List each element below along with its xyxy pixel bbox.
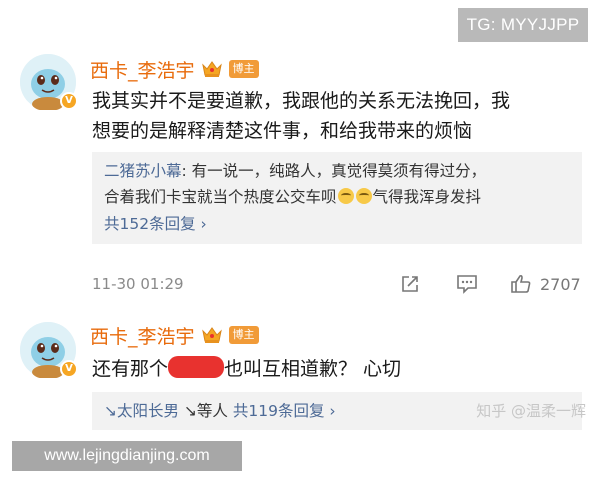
top-watermark: TG: MYYJJPP	[458, 8, 588, 42]
like-count: 2707	[540, 274, 581, 294]
share-button[interactable]	[400, 274, 420, 294]
reply-text: 合着我们卡宝就当个热度公交车呗	[104, 188, 337, 206]
host-badge: 博主	[228, 60, 259, 78]
smile-emoji-icon	[337, 188, 354, 204]
comment-item: V 西卡_李浩宇 博主 还有那个 也叫互相道歉？ 心切 ↘太阳长男 ↘等人 共11…	[0, 310, 600, 446]
crown-icon	[201, 59, 223, 79]
username[interactable]: 西卡_李浩宇	[90, 322, 195, 349]
share-icon	[402, 276, 418, 292]
comment-text: 我其实并不是要道歉，我跟他的关系无法挽回，我 想要的是解释清楚这件事，和给我带来…	[92, 86, 582, 146]
reply-count-link[interactable]: 共119条回复 ›	[233, 402, 336, 420]
reply-separator: :	[181, 162, 192, 180]
reply-text: 有一说一，纯路人，真觉得莫须有得过分，	[191, 162, 487, 180]
zhihu-watermark: 知乎 @温柔一辉	[476, 402, 586, 420]
smile-emoji-icon	[355, 188, 372, 204]
comment-meta: 11-30 01:29 2707	[92, 270, 582, 298]
crown-icon	[201, 325, 223, 345]
comment-icon	[457, 275, 477, 294]
reply-username[interactable]: ↘等人	[184, 402, 228, 420]
redaction-mark	[168, 356, 225, 378]
comment-line: 想要的是解释清楚这件事，和给我带来的烦恼	[92, 120, 473, 142]
comment-text: 还有那个 也叫互相道歉？ 心切	[92, 354, 582, 384]
verified-icon: V	[60, 92, 78, 110]
reply-count-link[interactable]: 共152条回复 ›	[104, 210, 570, 238]
avatar[interactable]: V	[20, 322, 78, 378]
comment-line: 我其实并不是要道歉，我跟他的关系无法挽回，我	[92, 90, 511, 112]
comment-text-part: 还有那个	[92, 358, 169, 380]
thumbs-up-icon	[511, 274, 531, 293]
reply-line: 二猪苏小幕: 有一说一，纯路人，真觉得莫须有得过分，	[104, 158, 570, 184]
reply-username[interactable]: ↘太阳长男	[104, 402, 179, 420]
host-badge: 博主	[228, 326, 259, 344]
timestamp: 11-30 01:29	[92, 275, 184, 293]
avatar[interactable]: V	[20, 54, 78, 110]
bottom-watermark: www.lejingdianjing.com	[12, 441, 242, 471]
reply-preview[interactable]: 二猪苏小幕: 有一说一，纯路人，真觉得莫须有得过分， 合着我们卡宝就当个热度公交…	[92, 152, 582, 244]
verified-icon: V	[60, 360, 78, 378]
username[interactable]: 西卡_李浩宇	[90, 56, 195, 83]
reply-line: 合着我们卡宝就当个热度公交车呗 气得我浑身发抖	[104, 184, 570, 210]
reply-username[interactable]: 二猪苏小幕	[104, 162, 182, 180]
comment-button[interactable]	[456, 274, 478, 294]
comment-item: V 西卡_李浩宇 博主 我其实并不是要道歉，我跟他的关系无法挽回，我 想要的是解…	[0, 44, 600, 304]
comment-text-part: 也叫互相道歉？ 心切	[224, 358, 402, 380]
reply-text: 气得我浑身发抖	[372, 188, 482, 206]
like-button[interactable]: 2707	[510, 274, 581, 294]
